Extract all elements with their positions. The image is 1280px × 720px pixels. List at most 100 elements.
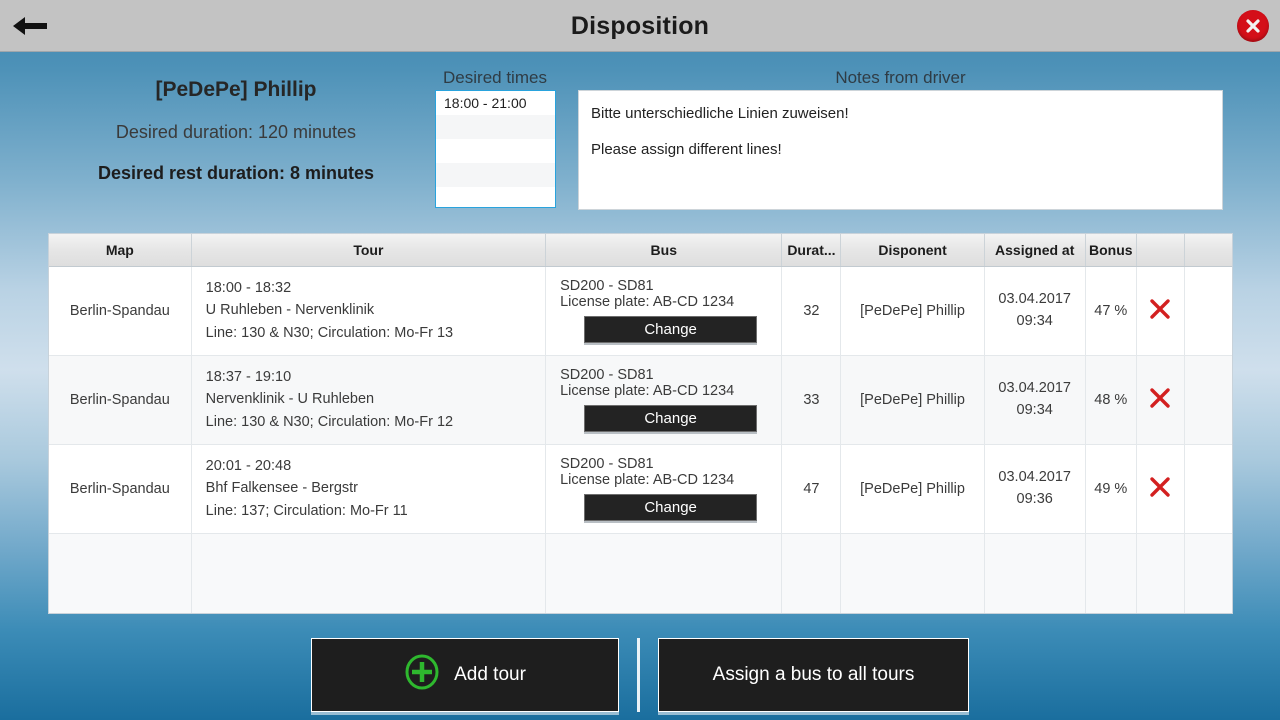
cell-disponent xyxy=(840,533,985,613)
assigned-date: 03.04.2017 xyxy=(998,380,1071,397)
notes-line: Please assign different lines! xyxy=(591,140,782,158)
desired-times-empty-row xyxy=(436,115,555,139)
table-header-row: Map Tour Bus Durat... Disponent Assigned… xyxy=(49,234,1232,267)
cell-delete[interactable] xyxy=(1136,355,1185,445)
driver-name: [PeDePe] Phillip xyxy=(155,78,317,101)
column-header-tour[interactable]: Tour xyxy=(191,234,547,267)
bus-model: SD200 - SD81 xyxy=(560,367,654,383)
cell-disponent: [PeDePe] Phillip xyxy=(840,355,985,445)
assigned-time: 09:34 xyxy=(1016,401,1053,418)
cell-map[interactable]: Berlin-Spandau xyxy=(49,444,192,534)
table-row[interactable]: Berlin-Spandau 18:37 - 19:10 Nervenklini… xyxy=(49,355,1232,445)
column-header-duration[interactable]: Durat... xyxy=(781,234,842,267)
tour-time: 18:00 - 18:32 xyxy=(205,279,292,296)
cell-assigned-at: 03.04.2017 09:34 xyxy=(984,266,1086,356)
assign-bus-all-tours-label: Assign a bus to all tours xyxy=(712,664,915,685)
bus-model: SD200 - SD81 xyxy=(560,456,654,472)
cell-bus: SD200 - SD81 License plate: AB-CD 1234 C… xyxy=(545,266,783,356)
page-title: Disposition xyxy=(570,11,710,40)
add-tour-button[interactable]: Add tour xyxy=(311,638,619,712)
add-tour-label: Add tour xyxy=(454,664,526,685)
column-header-assigned-at[interactable]: Assigned at xyxy=(984,234,1086,267)
change-bus-button[interactable]: Change xyxy=(584,316,758,343)
cell-delete xyxy=(1136,533,1185,613)
cell-disponent: [PeDePe] Phillip xyxy=(840,444,985,534)
cell-bus: SD200 - SD81 License plate: AB-CD 1234 C… xyxy=(545,444,783,534)
bus-license-plate: License plate: AB-CD 1234 xyxy=(560,294,735,310)
assigned-time: 09:36 xyxy=(1016,490,1053,507)
footer-divider xyxy=(637,638,640,712)
cell-delete[interactable] xyxy=(1136,266,1185,356)
notes-line: Bitte unterschiedliche Linien zuweisen! xyxy=(591,105,849,122)
cell-bus xyxy=(545,533,783,613)
cell-delete[interactable] xyxy=(1136,444,1185,534)
tour-time: 18:37 - 19:10 xyxy=(205,368,292,385)
column-header-bus[interactable]: Bus xyxy=(545,234,783,267)
bus-model: SD200 - SD81 xyxy=(560,278,654,294)
cell-assigned-at: 03.04.2017 09:34 xyxy=(984,355,1086,445)
tour-line: Line: 130 & N30; Circulation: Mo-Fr 12 xyxy=(205,413,454,430)
cell-map[interactable]: Berlin-Spandau xyxy=(49,266,192,356)
cell-extra xyxy=(1184,444,1232,534)
assigned-date: 03.04.2017 xyxy=(998,469,1071,486)
cell-duration: 32 xyxy=(781,266,842,356)
column-header-bonus[interactable]: Bonus xyxy=(1085,234,1137,267)
change-bus-button[interactable]: Change xyxy=(584,494,758,521)
cell-tour: 18:37 - 19:10 Nervenklinik - U Ruhleben … xyxy=(191,355,547,445)
cell-bus: SD200 - SD81 License plate: AB-CD 1234 C… xyxy=(545,355,783,445)
column-header-delete xyxy=(1136,234,1185,267)
cell-map xyxy=(49,533,192,613)
driver-info-block: [PeDePe] Phillip Desired duration: 120 m… xyxy=(60,78,412,184)
desired-rest-duration-text: Desired rest duration: 8 minutes xyxy=(97,163,375,183)
column-header-map[interactable]: Map xyxy=(49,234,192,267)
cell-map[interactable]: Berlin-Spandau xyxy=(49,355,192,445)
cell-bonus: 47 % xyxy=(1085,266,1137,356)
cell-tour: 20:01 - 20:48 Bhf Falkensee - Bergstr Li… xyxy=(191,444,547,534)
desired-times-empty-row xyxy=(436,139,555,163)
tour-line: Line: 130 & N30; Circulation: Mo-Fr 13 xyxy=(205,324,454,341)
cell-duration xyxy=(781,533,842,613)
notes-from-driver-text[interactable]: Bitte unterschiedliche Linien zuweisen! … xyxy=(578,90,1223,210)
delete-x-icon[interactable] xyxy=(1148,386,1172,410)
table-empty-row xyxy=(49,533,1232,613)
cell-tour xyxy=(191,533,547,613)
desired-duration-text: Desired duration: 120 minutes xyxy=(115,122,357,142)
bus-license-plate: License plate: AB-CD 1234 xyxy=(560,472,735,488)
notes-from-driver-label: Notes from driver xyxy=(835,68,966,87)
cell-tour: 18:00 - 18:32 U Ruhleben - Nervenklinik … xyxy=(191,266,547,356)
bus-license-plate: License plate: AB-CD 1234 xyxy=(560,383,735,399)
cell-bonus: 49 % xyxy=(1085,444,1137,534)
cell-extra xyxy=(1184,355,1232,445)
delete-x-icon[interactable] xyxy=(1148,297,1172,321)
desired-times-label: Desired times xyxy=(443,68,547,87)
tour-route: Bhf Falkensee - Bergstr xyxy=(205,480,358,497)
desired-times-empty-row xyxy=(436,187,555,207)
assigned-time: 09:34 xyxy=(1016,312,1053,329)
table-row[interactable]: Berlin-Spandau 18:00 - 18:32 U Ruhleben … xyxy=(49,266,1232,356)
close-icon[interactable] xyxy=(1237,10,1269,42)
footer-button-bar: Add tour Assign a bus to all tours xyxy=(0,638,1280,712)
tour-time: 20:01 - 20:48 xyxy=(205,457,292,474)
desired-times-listbox[interactable]: 18:00 - 21:00 xyxy=(435,90,556,208)
column-header-disponent[interactable]: Disponent xyxy=(840,234,985,267)
desired-times-item[interactable]: 18:00 - 21:00 xyxy=(436,91,555,115)
table-row[interactable]: Berlin-Spandau 20:01 - 20:48 Bhf Falkens… xyxy=(49,444,1232,534)
tours-table: Map Tour Bus Durat... Disponent Assigned… xyxy=(48,233,1233,614)
cell-assigned-at xyxy=(984,533,1086,613)
column-header-extra xyxy=(1184,234,1232,267)
title-bar: Disposition xyxy=(0,0,1280,52)
tour-route: Nervenklinik - U Ruhleben xyxy=(205,391,375,408)
cell-assigned-at: 03.04.2017 09:36 xyxy=(984,444,1086,534)
assign-bus-all-tours-button[interactable]: Assign a bus to all tours xyxy=(658,638,969,712)
plus-circle-icon xyxy=(404,654,440,696)
change-bus-button[interactable]: Change xyxy=(584,405,758,432)
cell-extra xyxy=(1184,533,1232,613)
cell-duration: 33 xyxy=(781,355,842,445)
cell-disponent: [PeDePe] Phillip xyxy=(840,266,985,356)
tour-route: U Ruhleben - Nervenklinik xyxy=(205,302,375,319)
tour-line: Line: 137; Circulation: Mo-Fr 11 xyxy=(205,502,408,519)
cell-bonus: 48 % xyxy=(1085,355,1137,445)
delete-x-icon[interactable] xyxy=(1148,475,1172,499)
cell-extra xyxy=(1184,266,1232,356)
assigned-date: 03.04.2017 xyxy=(998,291,1071,308)
